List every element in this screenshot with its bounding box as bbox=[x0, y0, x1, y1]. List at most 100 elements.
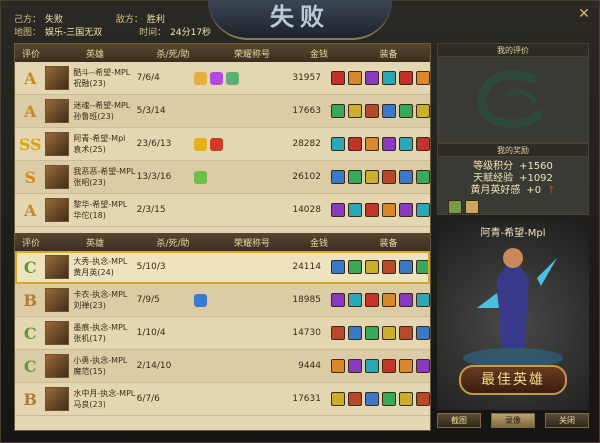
reward-label: 等级积分 bbox=[473, 161, 514, 172]
equipment-item-icon[interactable] bbox=[365, 359, 379, 373]
equipment-item-icon[interactable] bbox=[331, 137, 345, 151]
player-row[interactable]: B 卡衣-执念-MPL 刘禅(23) 7/9/5 18985 bbox=[15, 284, 430, 317]
hero-name: 魔范(15) bbox=[73, 367, 106, 376]
equipment-item-icon[interactable] bbox=[348, 326, 362, 340]
equipment-item-icon[interactable] bbox=[365, 71, 379, 85]
player-row[interactable]: S 我恶恶-希望-MPL 张昭(23) 13/3/16 26102 bbox=[15, 161, 430, 194]
kda-cell: 6/7/6 bbox=[136, 394, 160, 404]
equipment-item-icon[interactable] bbox=[365, 104, 379, 118]
equipment-item-icon[interactable] bbox=[331, 104, 345, 118]
player-row[interactable]: A 黎华-希望-MPL 华佗(18) 2/3/15 14028 bbox=[15, 194, 430, 227]
equipment-item-icon[interactable] bbox=[382, 359, 396, 373]
equipment-item-icon[interactable] bbox=[399, 359, 413, 373]
close-button[interactable]: 关闭 bbox=[545, 413, 589, 428]
kda-cell: 7/9/5 bbox=[136, 295, 160, 305]
player-row[interactable]: C 墨痕-执念-MPL 张机(17) 1/10/4 14730 bbox=[15, 317, 430, 350]
hero-name: 袁术(25) bbox=[73, 145, 106, 154]
hero-avatar bbox=[45, 354, 70, 378]
equipment-item-icon[interactable] bbox=[348, 392, 362, 406]
hero-name: 黄月英(24) bbox=[73, 268, 114, 277]
equipment-item-icon[interactable] bbox=[416, 203, 430, 217]
header-hero: 英雄 bbox=[85, 238, 104, 249]
equipment-item-icon[interactable] bbox=[382, 293, 396, 307]
honor-badge-icon bbox=[209, 71, 223, 85]
equipment-item-icon[interactable] bbox=[348, 260, 362, 274]
equipment-item-icon[interactable] bbox=[365, 293, 379, 307]
player-row[interactable]: B 水中月-执念-MPL 马良(23) 6/7/6 17631 bbox=[15, 383, 430, 416]
equipment-item-icon[interactable] bbox=[331, 71, 345, 85]
replay-button[interactable]: 录像 bbox=[491, 413, 535, 428]
grade-c-icon bbox=[477, 70, 543, 129]
equipment-item-icon[interactable] bbox=[382, 260, 396, 274]
equipment-item-icon[interactable] bbox=[365, 260, 379, 274]
screenshot-button[interactable]: 截图 bbox=[437, 413, 481, 428]
player-name: 小勇-执念-MPL bbox=[73, 356, 128, 365]
equipment-item-icon[interactable] bbox=[331, 359, 345, 373]
equipment-item-icon[interactable] bbox=[331, 392, 345, 406]
player-row[interactable]: C 小勇-执念-MPL 魔范(15) 2/14/10 9444 bbox=[15, 350, 430, 383]
honor-cell bbox=[193, 293, 287, 307]
equipment-item-icon[interactable] bbox=[331, 260, 345, 274]
hero-avatar bbox=[45, 387, 70, 411]
equipment-item-icon[interactable] bbox=[399, 203, 413, 217]
equipment-item-icon[interactable] bbox=[399, 104, 413, 118]
equipment-item-icon[interactable] bbox=[365, 203, 379, 217]
equipment-item-icon[interactable] bbox=[416, 260, 430, 274]
equipment-item-icon[interactable] bbox=[416, 326, 430, 340]
equipment-item-icon[interactable] bbox=[416, 359, 430, 373]
honor-badge-icon bbox=[193, 293, 207, 307]
equipment-item-icon[interactable] bbox=[382, 137, 396, 151]
equipment-item-icon[interactable] bbox=[348, 137, 362, 151]
equipment-item-icon[interactable] bbox=[348, 203, 362, 217]
equipment-item-icon[interactable] bbox=[365, 326, 379, 340]
gold-cell: 17631 bbox=[292, 394, 321, 404]
equipment-item-icon[interactable] bbox=[399, 293, 413, 307]
equipment-item-icon[interactable] bbox=[416, 170, 430, 184]
result-logo: 失败 bbox=[208, 0, 392, 40]
equipment-item-icon[interactable] bbox=[399, 392, 413, 406]
equipment-item-icon[interactable] bbox=[365, 137, 379, 151]
equipment-item-icon[interactable] bbox=[331, 293, 345, 307]
equipment-item-icon[interactable] bbox=[416, 293, 430, 307]
close-icon[interactable]: ✕ bbox=[576, 6, 592, 22]
equipment-item-icon[interactable] bbox=[331, 203, 345, 217]
equipment-item-icon[interactable] bbox=[416, 104, 430, 118]
equipment-item-icon[interactable] bbox=[416, 137, 430, 151]
hero-cell: 水中月-执念-MPL 马良(23) bbox=[45, 387, 136, 411]
equipment-item-icon[interactable] bbox=[399, 326, 413, 340]
equipment-item-icon[interactable] bbox=[382, 326, 396, 340]
equipment-item-icon[interactable] bbox=[365, 392, 379, 406]
equipment-item-icon[interactable] bbox=[382, 203, 396, 217]
equipment-item-icon[interactable] bbox=[399, 71, 413, 85]
player-row[interactable]: A 酷斗--希望-MPL 祝融(23) 7/6/4 31957 bbox=[15, 62, 430, 95]
equipment-item-icon[interactable] bbox=[382, 71, 396, 85]
equipment-item-icon[interactable] bbox=[348, 170, 362, 184]
hero-avatar bbox=[45, 132, 70, 156]
equipment-item-icon[interactable] bbox=[382, 170, 396, 184]
player-name: 酷斗--希望-MPL bbox=[73, 68, 131, 77]
equipment-item-icon[interactable] bbox=[348, 71, 362, 85]
player-row[interactable]: A 迷魂--希望-MPL 孙鲁班(23) 5/3/14 17663 bbox=[15, 95, 430, 128]
equipment-item-icon[interactable] bbox=[331, 326, 345, 340]
player-row[interactable]: SS 阿青-希望-Mpl 袁术(25) 23/6/13 28282 bbox=[15, 128, 430, 161]
rating-grade: C bbox=[23, 257, 37, 277]
equipment-item-icon[interactable] bbox=[399, 137, 413, 151]
equipment-item-icon[interactable] bbox=[382, 392, 396, 406]
equipment-item-icon[interactable] bbox=[416, 71, 430, 85]
rating-cell: C bbox=[15, 357, 45, 376]
equipment-item-icon[interactable] bbox=[399, 170, 413, 184]
gold-cell: 24114 bbox=[292, 262, 321, 272]
equipment-item-icon[interactable] bbox=[382, 104, 396, 118]
equipment-item-icon[interactable] bbox=[399, 260, 413, 274]
rating-cell: C bbox=[15, 258, 45, 277]
equipment-item-icon[interactable] bbox=[331, 170, 345, 184]
equipment-item-icon[interactable] bbox=[416, 392, 430, 406]
equipment-item-icon[interactable] bbox=[365, 170, 379, 184]
equipment-cell bbox=[325, 392, 430, 406]
equipment-item-icon[interactable] bbox=[348, 104, 362, 118]
equipment-item-icon[interactable] bbox=[348, 293, 362, 307]
equipment-cell bbox=[325, 359, 430, 373]
header-rating: 评价 bbox=[21, 238, 40, 249]
equipment-item-icon[interactable] bbox=[348, 359, 362, 373]
player-row[interactable]: C 大秀-执念-MPL 黄月英(24) 5/10/3 24114 bbox=[15, 251, 430, 284]
